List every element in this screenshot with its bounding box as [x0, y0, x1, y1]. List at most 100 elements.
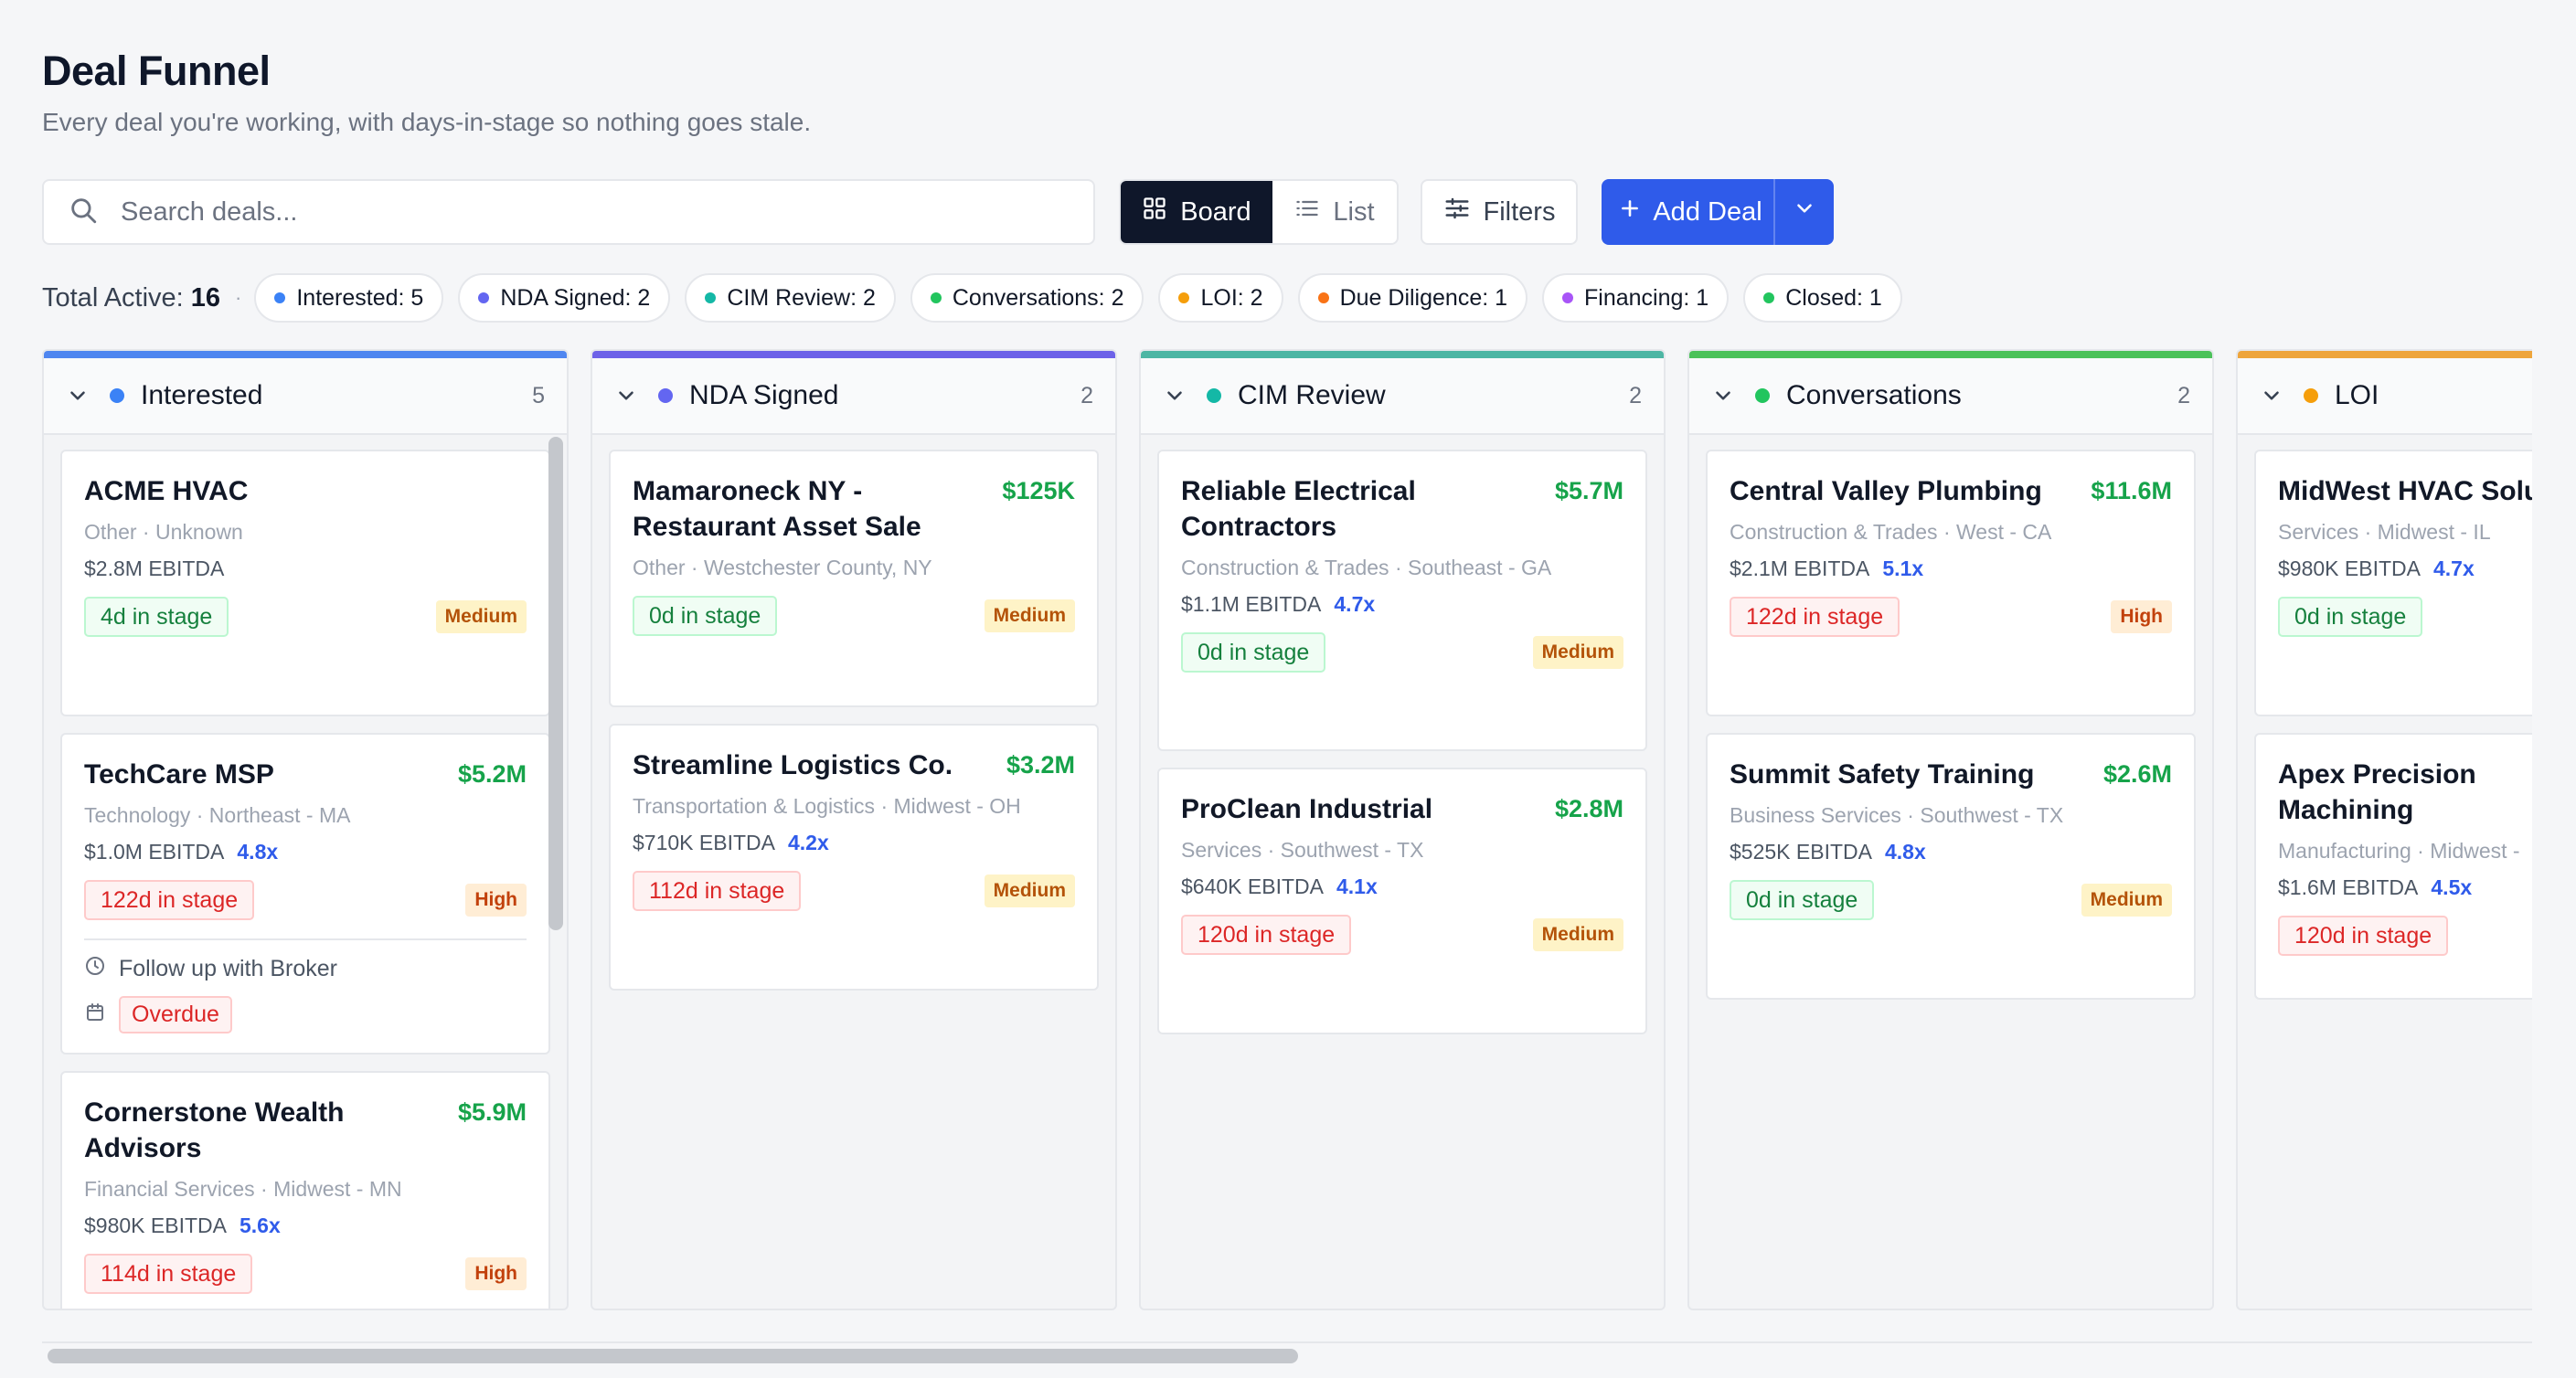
toolbar: Board List Filters Add Deal [42, 179, 1834, 245]
ebitda-value: $2.8M EBITDA [84, 556, 225, 580]
ebitda-multiple: 4.7x [1334, 592, 1376, 616]
days-in-stage-badge: 112d in stage [633, 871, 802, 911]
priority-badge: Medium [435, 600, 527, 633]
column-header[interactable]: NDA Signed 2 [592, 358, 1115, 435]
priority-badge: Medium [984, 874, 1075, 907]
card-footer: 114d in stage High [84, 1254, 527, 1294]
deal-meta: Financial Services · Midwest - MN [84, 1177, 402, 1201]
card-footer: 4d in stage Medium [84, 597, 527, 637]
stage-filter-pill[interactable]: Interested: 5 [254, 273, 444, 323]
column-header[interactable]: Interested 5 [44, 358, 567, 435]
deal-ebitda: $1.6M EBITDA 4.5x [2278, 874, 2532, 901]
horizontal-scrollbar[interactable] [42, 1341, 2532, 1363]
deal-ebitda: $710K EBITDA 4.2x [633, 829, 1075, 856]
stage-pill-label: Financing: 1 [1584, 284, 1709, 311]
list-view-button[interactable]: List [1272, 181, 1397, 243]
priority-badge: Medium [1532, 918, 1623, 951]
ebitda-multiple: 5.1x [1882, 556, 1924, 580]
column-header[interactable]: CIM Review 2 [1141, 358, 1664, 435]
column-header[interactable]: Conversations 2 [1689, 358, 2212, 435]
deal-ebitda: $980K EBITDA 5.6x [84, 1212, 527, 1239]
board-column-nda-signed: NDA Signed 2 Mamaroneck NY - Restaurant As… [591, 349, 1117, 1310]
add-deal-button-group: Add Deal [1602, 179, 1834, 245]
deal-card[interactable]: TechCare MSP $5.2M Technology · Northeast … [60, 733, 550, 1055]
filters-label: Filters [1483, 196, 1556, 227]
deal-card[interactable]: Central Valley Plumbing $11.6M Constructio… [1706, 450, 2196, 716]
card-header: ProClean Industrial $2.8M [1181, 791, 1623, 827]
task-row[interactable]: Follow up with Broker [84, 955, 527, 983]
ebitda-multiple: 4.2x [787, 831, 829, 854]
deal-card[interactable]: Reliable Electrical Contractors $5.7M Cons… [1157, 450, 1647, 751]
add-deal-label: Add Deal [1653, 196, 1762, 227]
stage-filter-pill[interactable]: LOI: 2 [1158, 273, 1283, 323]
board-view-label: Board [1180, 196, 1251, 227]
add-deal-button[interactable]: Add Deal [1602, 179, 1773, 245]
ebitda-multiple: 4.1x [1336, 874, 1378, 898]
chevron-down-icon[interactable] [2260, 384, 2283, 408]
deal-card[interactable]: Mamaroneck NY - Restaurant Asset Sale $12… [609, 450, 1099, 707]
days-in-stage-badge: 0d in stage [1730, 880, 1875, 920]
ebitda-value: $980K EBITDA [84, 1214, 227, 1237]
stage-filter-pill[interactable]: Closed: 1 [1743, 273, 1902, 323]
board-column-cim-review: CIM Review 2 Reliable Electrical Contracto… [1139, 349, 1666, 1310]
separator: · [235, 286, 242, 309]
total-active-value: 16 [190, 282, 221, 313]
horizontal-scrollbar-thumb[interactable] [48, 1349, 1298, 1363]
stage-filter-pill[interactable]: Financing: 1 [1542, 273, 1730, 323]
deal-card[interactable]: ProClean Industrial $2.8M Services · South… [1157, 768, 1647, 1034]
deal-card[interactable]: Streamline Logistics Co. $3.2M Transportat… [609, 724, 1099, 991]
priority-badge: Medium [984, 599, 1075, 632]
column-header[interactable]: LOI2 [2238, 358, 2532, 435]
stage-filter-pill[interactable]: Due Diligence: 1 [1297, 273, 1528, 323]
stage-filter-pill[interactable]: Conversations: 2 [910, 273, 1144, 323]
stage-filter-pill[interactable]: CIM Review: 2 [685, 273, 896, 323]
stage-filter-pill[interactable]: NDA Signed: 2 [458, 273, 671, 323]
chevron-down-icon [1793, 196, 1816, 228]
page-subtitle: Every deal you're working, with days-in-… [42, 108, 812, 136]
deal-amount: $5.9M [457, 1098, 527, 1126]
card-header: MidWest HVAC Solutions [2278, 473, 2532, 509]
deal-meta: Transportation & Logistics · Midwest - O… [633, 794, 1021, 818]
dot-icon [274, 292, 286, 303]
column-scrollbar[interactable] [548, 437, 563, 930]
card-footer: 120d in stage Medium [1181, 915, 1623, 955]
board-column-conversations: Conversations 2 Central Valley Plumbing $11… [1687, 349, 2214, 1310]
add-deal-dropdown-button[interactable] [1773, 179, 1834, 245]
column-color-bar [2238, 351, 2532, 358]
column-title: Conversations [1786, 380, 1962, 410]
days-in-stage-badge: 0d in stage [2278, 597, 2423, 637]
deal-card[interactable]: Summit Safety Training $2.6M Business Serv… [1706, 733, 2196, 1000]
task-due-row: Overdue [84, 996, 527, 1034]
overdue-badge: Overdue [119, 996, 232, 1034]
search-icon [68, 195, 99, 230]
chevron-down-icon[interactable] [66, 384, 90, 408]
search-input[interactable] [121, 196, 1035, 228]
column-body: ACME HVAC Other · Unknown $2.8M EBITDA 4d i… [44, 435, 567, 1309]
chevron-down-icon[interactable] [1163, 384, 1187, 408]
deal-title: Streamline Logistics Co. [633, 750, 953, 780]
deal-title: Summit Safety Training [1730, 759, 2035, 790]
deal-card[interactable]: Apex Precision Machining Manufacturing · … [2254, 733, 2532, 1000]
days-in-stage-badge: 122d in stage [1730, 597, 1900, 637]
ebitda-multiple: 4.8x [1884, 840, 1926, 864]
deal-card[interactable]: Cornerstone Wealth Advisors $5.9M Financia… [60, 1071, 550, 1309]
ebitda-value: $1.1M EBITDA [1181, 592, 1322, 616]
chevron-down-icon[interactable] [1711, 384, 1735, 408]
deal-amount: $2.8M [1554, 795, 1623, 822]
deal-meta: Manufacturing · Midwest - [2278, 839, 2520, 863]
stage-dot-icon [658, 388, 673, 403]
deal-ebitda: $980K EBITDA 4.7x [2278, 555, 2532, 582]
deal-card[interactable]: ACME HVAC Other · Unknown $2.8M EBITDA 4d i… [60, 450, 550, 716]
search-box[interactable] [42, 179, 1095, 245]
deal-card[interactable]: MidWest HVAC Solutions Services · Midwest… [2254, 450, 2532, 716]
days-in-stage-badge: 0d in stage [1181, 632, 1326, 673]
days-in-stage-badge: 120d in stage [1181, 915, 1352, 955]
filters-button[interactable]: Filters [1421, 179, 1578, 245]
chevron-down-icon[interactable] [614, 384, 638, 408]
days-in-stage-badge: 120d in stage [2278, 916, 2449, 956]
board-view-button[interactable]: Board [1121, 181, 1272, 243]
card-footer: 0d in stage Medium [1730, 880, 2172, 920]
deal-title: Central Valley Plumbing [1730, 476, 2042, 506]
card-header: Streamline Logistics Co. $3.2M [633, 747, 1075, 783]
card-header: Reliable Electrical Contractors $5.7M [1181, 473, 1623, 545]
